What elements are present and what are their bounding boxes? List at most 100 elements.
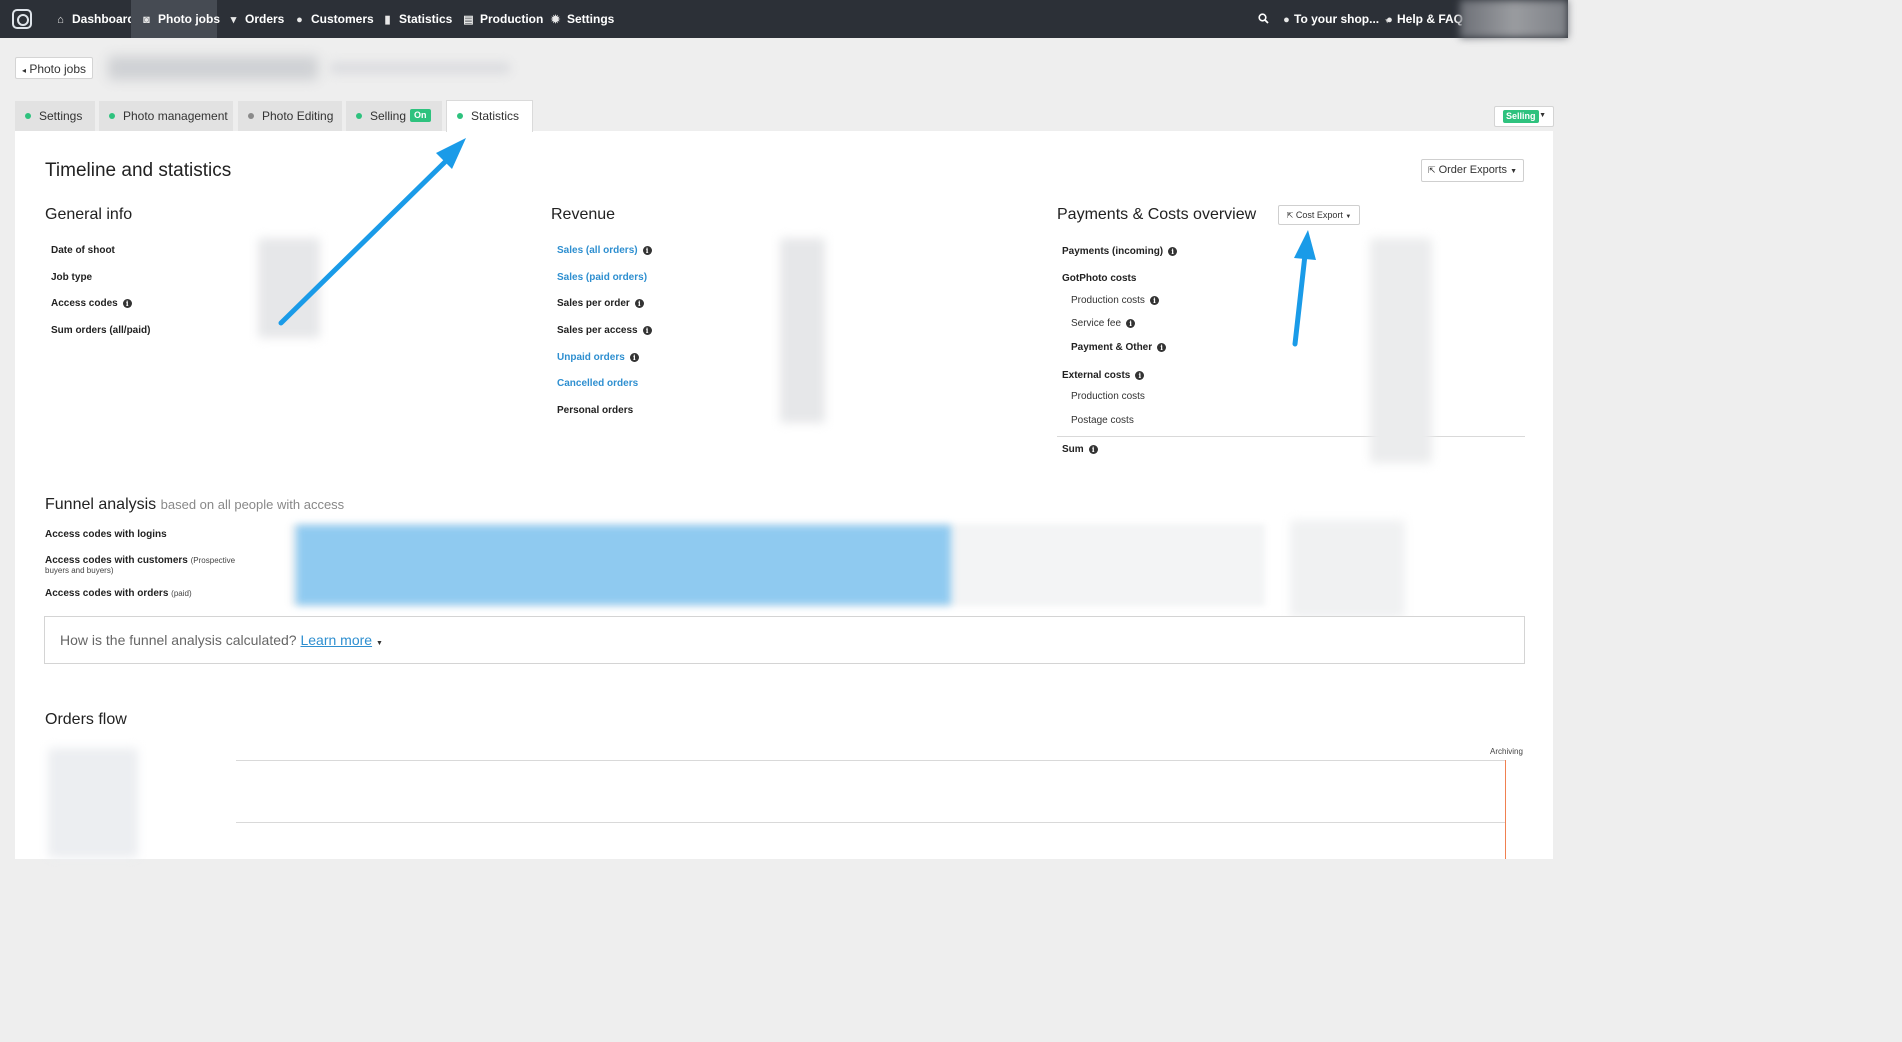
app-logo-icon[interactable] [12,9,32,29]
tab-selling[interactable]: Selling On [346,101,442,131]
export-icon: ⇱ [1427,165,1436,175]
payment-other-label: Payment & Other i [1071,342,1167,353]
external-costs-label: External costs i [1062,370,1145,381]
info-icon[interactable]: i [1168,247,1178,256]
funnel-logins-label: Access codes with logins [45,529,167,540]
info-icon[interactable]: i [1149,296,1159,305]
nav-item-photo-jobs[interactable]: ◙ Photo jobs [131,0,220,38]
funnel-analysis-heading: Funnel analysis based on all people with… [45,496,344,514]
info-icon[interactable]: i [1126,319,1136,328]
sum-text: Sum [1062,444,1084,455]
tab-photo-management[interactable]: Photo management [99,101,233,131]
job-type-label: Job type [51,272,93,283]
payments-values [1370,238,1432,463]
camera-icon: ◙ [143,14,150,26]
order-exports-label: Order Exports [1438,164,1508,176]
tab-settings[interactable]: Settings [15,101,95,131]
status-dot-icon [248,113,254,119]
funnel-customers-text: Access codes with customers [45,555,188,566]
bar-chart-icon: ▮ [384,14,391,26]
help-icon: ● [1386,14,1393,26]
status-dot-icon [356,113,362,119]
info-icon[interactable]: i [122,299,132,308]
sales-all-text: Sales (all orders) [557,245,638,256]
info-icon[interactable]: i [1135,371,1145,380]
external-production-costs-label: Production costs [1071,391,1145,402]
order-exports-button[interactable]: ⇱ Order Exports ▼ [1421,159,1524,182]
back-label: Photo jobs [29,62,87,76]
cart-icon: ▾ [230,14,237,26]
status-dropdown[interactable]: Selling ▼ [1494,106,1554,127]
status-dot-icon [109,113,115,119]
learn-more-link[interactable]: Learn more [300,632,372,648]
info-icon[interactable]: i [629,353,639,362]
nav-label: Settings [567,12,615,26]
orders-flow-mid-line [236,822,1506,823]
tab-label: Photo management [123,109,228,123]
sum-orders-label: Sum orders (all/paid) [51,325,151,336]
nav-item-customers[interactable]: ● Customers [293,0,374,38]
status-dot-icon [457,113,463,119]
on-badge: On [410,109,431,122]
external-costs-text: External costs [1062,370,1131,381]
tab-photo-editing[interactable]: Photo Editing [238,101,342,131]
chevron-down-icon: ▼ [1345,214,1352,220]
search-button[interactable] [1258,0,1269,38]
funnel-question: How is the funnel analysis calculated? [60,632,297,648]
info-icon[interactable]: i [642,246,652,255]
cancelled-orders-link[interactable]: Cancelled orders [557,378,638,389]
service-fee-text: Service fee [1071,318,1122,329]
access-codes-text: Access codes [51,298,118,309]
funnel-explanation-text: How is the funnel analysis calculated? L… [60,632,383,648]
info-icon[interactable]: i [634,299,644,308]
sales-per-access-text: Sales per access [557,325,638,336]
back-to-photo-jobs-button[interactable]: ◂ Photo jobs [15,57,93,79]
unpaid-orders-link[interactable]: Unpaid orders i [557,352,639,363]
payments-incoming-text: Payments (incoming) [1062,246,1164,257]
nav-help-faq[interactable]: ● Help & FAQ [1385,0,1463,38]
photo-job-title [108,56,318,80]
general-info-heading: General info [45,206,133,223]
nav-label: Customers [311,12,374,26]
sales-all-orders-link[interactable]: Sales (all orders) i [557,245,652,256]
chevron-down-icon: ▼ [1510,168,1518,175]
cost-export-label: Cost Export [1295,210,1343,220]
globe-icon: ● [1283,14,1290,26]
search-icon [1258,13,1269,24]
info-icon[interactable]: i [642,326,652,335]
personal-orders-label: Personal orders [557,405,634,416]
funnel-orders-text: Access codes with orders [45,588,169,599]
orders-flow-heading: Orders flow [45,711,127,728]
nav-item-production[interactable]: ▤ Production [462,0,543,38]
tab-statistics[interactable]: Statistics [446,100,533,132]
page-title: Timeline and statistics [45,160,232,181]
payments-incoming-label: Payments (incoming) i [1062,246,1178,257]
archiving-marker [1505,760,1506,859]
payment-other-text: Payment & Other [1071,342,1153,353]
tab-label: Settings [39,109,83,123]
top-navigation-bar: ⌂ Dashboard ◙ Photo jobs ▾ Orders ● Customer… [0,0,1568,38]
sum-divider [1057,436,1525,437]
tab-label: Selling [370,109,407,123]
funnel-heading-text: Funnel analysis [45,496,157,513]
cost-export-button[interactable]: ⇱ Cost Export ▼ [1278,205,1360,225]
nav-to-your-shop[interactable]: ● To your shop... ▾ [1282,0,1389,38]
user-menu-avatar[interactable] [1460,0,1568,38]
help-label: Help & FAQ [1397,12,1464,26]
sales-per-access-label: Sales per access i [557,325,652,336]
info-icon[interactable]: i [1157,343,1167,352]
funnel-values [1290,520,1405,618]
sales-paid-orders-link[interactable]: Sales (paid orders) [557,272,647,283]
general-info-values [258,238,320,338]
production-costs-label: Production costs i [1071,295,1159,306]
nav-item-settings[interactable]: ✹ Settings [549,0,614,38]
nav-label: Statistics [399,12,453,26]
info-icon[interactable]: i [1088,445,1098,454]
orders-flow-legend [48,748,138,858]
nav-item-statistics[interactable]: ▮ Statistics [381,0,452,38]
sum-label: Sum i [1062,444,1098,455]
nav-label: Production [480,12,544,26]
nav-item-orders[interactable]: ▾ Orders [227,0,285,38]
revenue-values [780,238,825,423]
nav-item-dashboard[interactable]: ⌂ Dashboard [54,0,135,38]
